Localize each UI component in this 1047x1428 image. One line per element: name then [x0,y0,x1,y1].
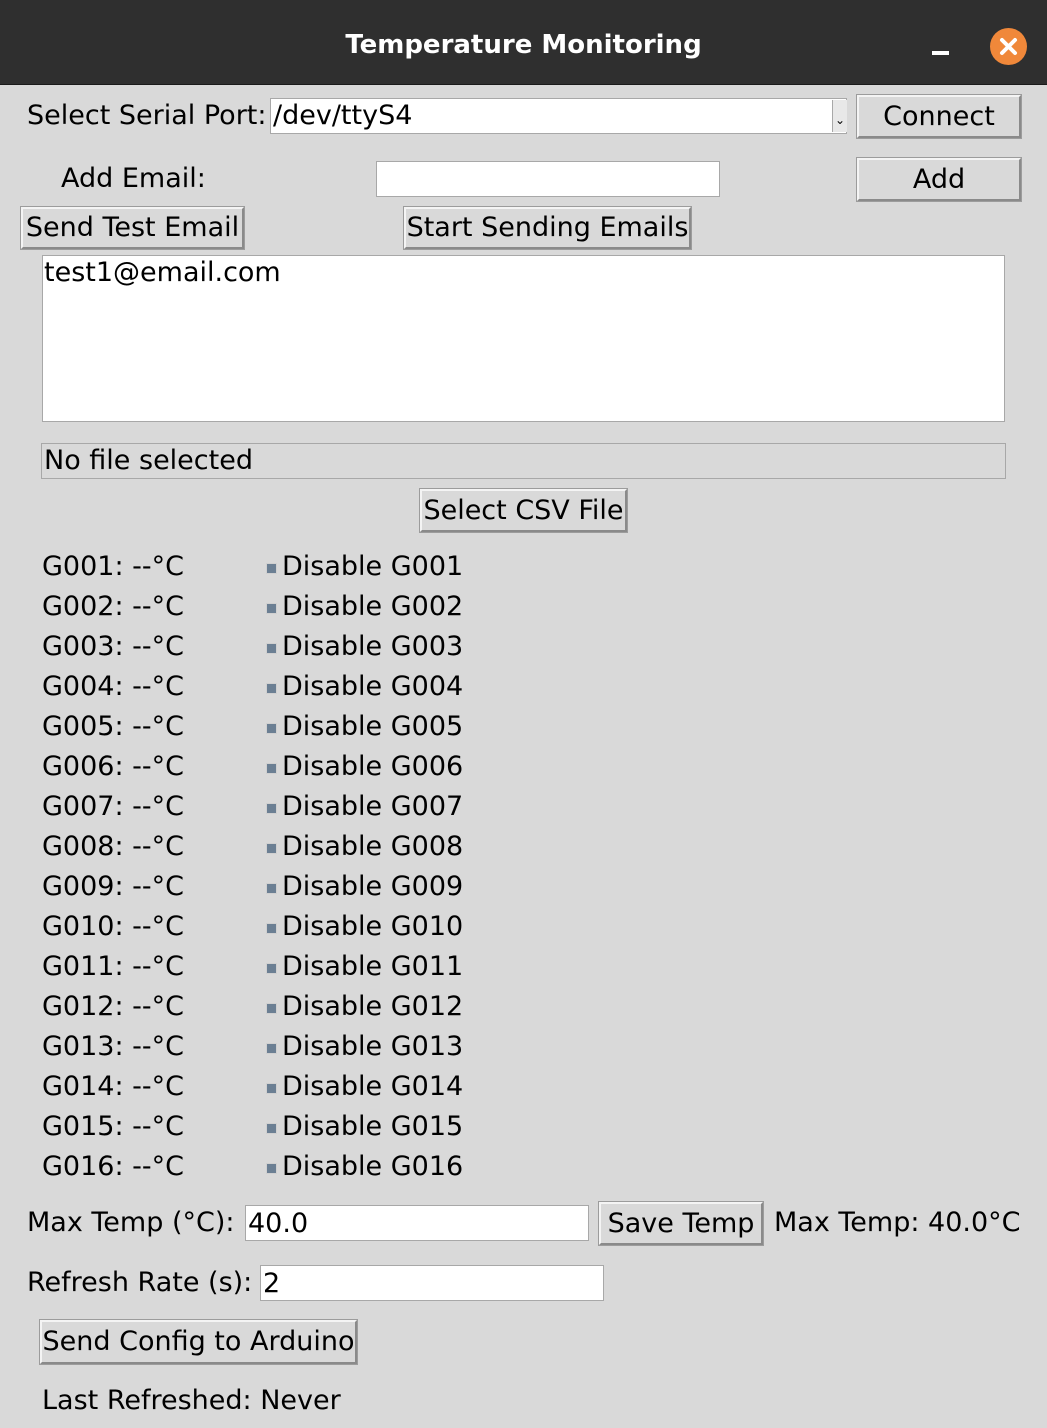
send-test-email-button[interactable]: Send Test Email [20,206,245,250]
sensor-row-g014: G014: --°C Disable G014 [42,1069,463,1109]
sensor-temp-g008: G008: --°C [42,831,184,862]
window-title: Temperature Monitoring [345,30,702,60]
disable-label-g008[interactable]: Disable G008 [282,831,463,863]
add-email-label: Add Email: [61,163,206,194]
disable-checkbox-g015[interactable] [266,1123,277,1134]
disable-label-g012[interactable]: Disable G012 [282,991,463,1023]
sensor-row-g008: G008: --°C Disable G008 [42,829,463,869]
sensor-temp-g013: G013: --°C [42,1031,184,1062]
select-csv-file-button[interactable]: Select CSV File [419,488,628,533]
refresh-rate-label: Refresh Rate (s): [27,1267,253,1298]
add-email-button[interactable]: Add [856,157,1022,202]
sensor-row-g007: G007: --°C Disable G007 [42,789,463,829]
disable-label-g014[interactable]: Disable G014 [282,1071,463,1103]
file-status: No file selected [41,443,1006,479]
sensor-row-g001: G001: --°C Disable G001 [42,549,463,589]
sensor-temp-g003: G003: --°C [42,631,184,662]
disable-label-g010[interactable]: Disable G010 [282,911,463,943]
minimize-button[interactable] [924,34,956,60]
max-temp-display: Max Temp: 40.0°C [774,1207,1021,1238]
disable-checkbox-g004[interactable] [266,683,277,694]
disable-label-g007[interactable]: Disable G007 [282,791,463,823]
close-button[interactable] [990,28,1027,65]
refresh-rate-input[interactable] [260,1265,604,1301]
sensor-temp-g007: G007: --°C [42,791,184,822]
close-icon [1000,38,1017,55]
email-input[interactable] [376,161,720,197]
serial-port-dropdown-button[interactable]: ⌄ [832,100,847,132]
disable-checkbox-g001[interactable] [266,563,277,574]
disable-checkbox-g009[interactable] [266,883,277,894]
disable-label-g011[interactable]: Disable G011 [282,951,463,983]
sensor-temp-g009: G009: --°C [42,871,184,902]
disable-checkbox-g016[interactable] [266,1163,277,1174]
disable-label-g015[interactable]: Disable G015 [282,1111,463,1143]
disable-label-g004[interactable]: Disable G004 [282,671,463,703]
disable-label-g002[interactable]: Disable G002 [282,591,463,623]
sensor-temp-g006: G006: --°C [42,751,184,782]
sensor-temp-g004: G004: --°C [42,671,184,702]
sensor-row-g016: G016: --°C Disable G016 [42,1149,463,1189]
sensor-temp-g005: G005: --°C [42,711,184,742]
sensor-temp-g016: G016: --°C [42,1151,184,1182]
disable-checkbox-g013[interactable] [266,1043,277,1054]
disable-checkbox-g010[interactable] [266,923,277,934]
sensor-row-g012: G012: --°C Disable G012 [42,989,463,1029]
disable-label-g009[interactable]: Disable G009 [282,871,463,903]
max-temp-label: Max Temp (°C): [27,1207,235,1238]
disable-label-g016[interactable]: Disable G016 [282,1151,463,1183]
sensor-row-g009: G009: --°C Disable G009 [42,869,463,909]
sensor-temp-g001: G001: --°C [42,551,184,582]
sensor-row-g004: G004: --°C Disable G004 [42,669,463,709]
disable-checkbox-g007[interactable] [266,803,277,814]
disable-label-g005[interactable]: Disable G005 [282,711,463,743]
disable-checkbox-g008[interactable] [266,843,277,854]
send-config-button[interactable]: Send Config to Arduino [39,1319,358,1365]
disable-checkbox-g003[interactable] [266,643,277,654]
last-refreshed-status: Last Refreshed: Never [42,1385,341,1416]
disable-checkbox-g002[interactable] [266,603,277,614]
serial-port-combobox[interactable]: /dev/ttyS4 [270,98,847,134]
start-sending-emails-button[interactable]: Start Sending Emails [403,206,692,250]
disable-checkbox-g011[interactable] [266,963,277,974]
list-item[interactable]: test1@email.com [43,256,1004,290]
sensor-temp-g014: G014: --°C [42,1071,184,1102]
disable-label-g013[interactable]: Disable G013 [282,1031,463,1063]
max-temp-input[interactable] [245,1205,589,1241]
sensor-row-g002: G002: --°C Disable G002 [42,589,463,629]
disable-checkbox-g012[interactable] [266,1003,277,1014]
sensor-temp-g010: G010: --°C [42,911,184,942]
save-temp-button[interactable]: Save Temp [598,1201,764,1246]
connect-button[interactable]: Connect [856,94,1022,139]
disable-checkbox-g005[interactable] [266,723,277,734]
sensor-row-g005: G005: --°C Disable G005 [42,709,463,749]
disable-label-g003[interactable]: Disable G003 [282,631,463,663]
disable-checkbox-g006[interactable] [266,763,277,774]
title-bar: Temperature Monitoring [0,0,1047,85]
sensor-temp-g002: G002: --°C [42,591,184,622]
sensor-temp-g011: G011: --°C [42,951,184,982]
minimize-icon [932,51,949,55]
sensor-row-g010: G010: --°C Disable G010 [42,909,463,949]
serial-port-label: Select Serial Port: [27,100,267,131]
sensor-row-g006: G006: --°C Disable G006 [42,749,463,789]
chevron-down-icon: ⌄ [835,113,846,127]
disable-label-g006[interactable]: Disable G006 [282,751,463,783]
sensor-row-g013: G013: --°C Disable G013 [42,1029,463,1069]
disable-label-g001[interactable]: Disable G001 [282,551,463,583]
sensor-row-g003: G003: --°C Disable G003 [42,629,463,669]
sensor-row-g015: G015: --°C Disable G015 [42,1109,463,1149]
disable-checkbox-g014[interactable] [266,1083,277,1094]
email-listbox[interactable]: test1@email.com [42,255,1005,422]
sensor-temp-g015: G015: --°C [42,1111,184,1142]
sensor-row-g011: G011: --°C Disable G011 [42,949,463,989]
sensor-temp-g012: G012: --°C [42,991,184,1022]
